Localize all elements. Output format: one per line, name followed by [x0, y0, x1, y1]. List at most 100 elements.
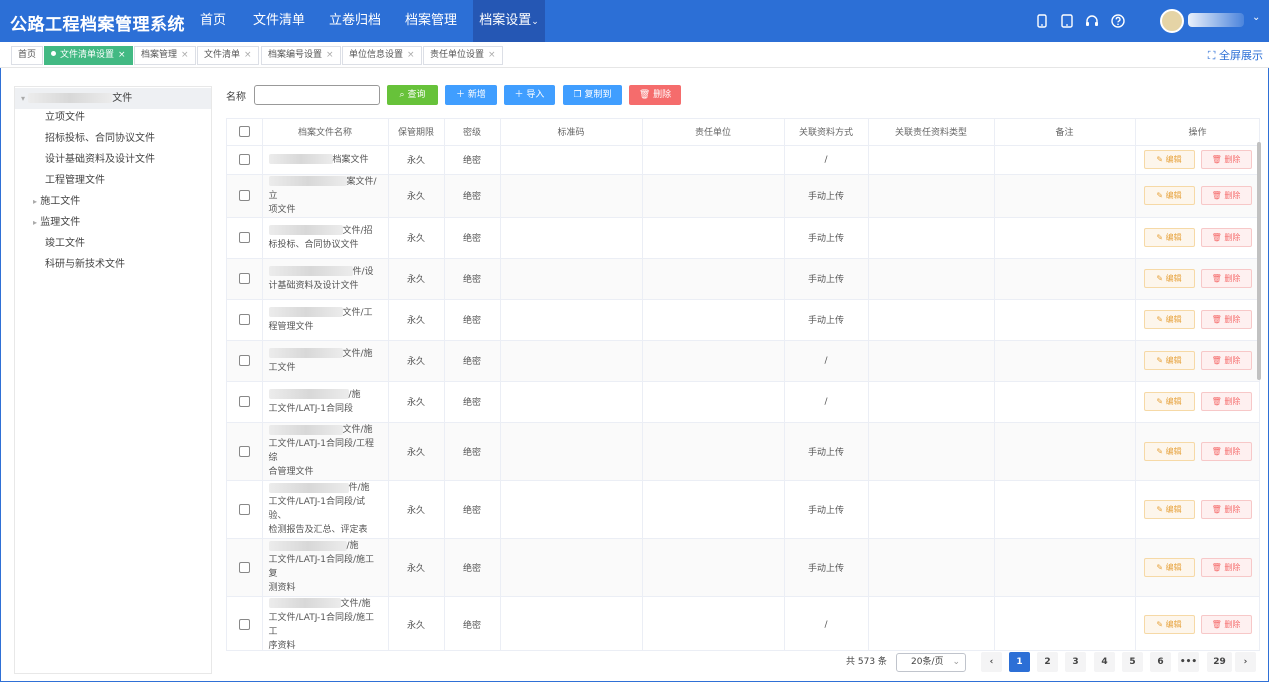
- row-checkbox[interactable]: [238, 396, 250, 407]
- nav-archive-settings[interactable]: 档案设置⌄: [473, 0, 545, 42]
- avatar[interactable]: [1160, 9, 1184, 33]
- page-size-select[interactable]: 20条/页 ⌄: [896, 653, 966, 672]
- row-delete-button[interactable]: 🗑 删除: [1200, 557, 1252, 577]
- caret-down-icon[interactable]: ▾: [21, 94, 25, 103]
- edit-button[interactable]: ✎ 编辑: [1143, 557, 1195, 577]
- row-delete-button[interactable]: 🗑 删除: [1200, 228, 1252, 247]
- caret-right-icon[interactable]: ▸: [33, 218, 37, 227]
- page-button[interactable]: 1: [1009, 652, 1030, 672]
- select-all-checkbox[interactable]: [238, 126, 250, 138]
- row-delete-button[interactable]: 🗑 删除: [1200, 310, 1252, 329]
- tree-root[interactable]: ▾ 文件: [15, 88, 211, 109]
- page-button[interactable]: 29: [1207, 652, 1232, 672]
- phone-icon[interactable]: [1034, 13, 1050, 29]
- close-icon[interactable]: ×: [326, 50, 334, 60]
- row-checkbox[interactable]: [238, 232, 250, 243]
- tree-item-construction-files[interactable]: ▸ 施工文件: [15, 191, 211, 212]
- copy-to-button[interactable]: ❐ 复制到: [563, 85, 622, 105]
- caret-right-icon[interactable]: ▸: [33, 197, 37, 206]
- tab-unit-info-settings[interactable]: 单位信息设置 ×: [342, 46, 422, 65]
- table-scrollbar[interactable]: [1257, 142, 1261, 380]
- prev-page-button[interactable]: ‹: [981, 652, 1002, 672]
- row-checkbox[interactable]: [238, 561, 250, 573]
- table-row[interactable]: 件/设 计基础资料及设计文件 永久 绝密 手动上传 ✎ 编辑 🗑 删除: [227, 258, 1259, 300]
- row-checkbox[interactable]: [238, 273, 250, 284]
- tab-file-list-settings[interactable]: 文件清单设置 ×: [44, 46, 133, 65]
- delete-button[interactable]: 🗑 删除: [629, 85, 681, 105]
- tree-item-supervision-files[interactable]: ▸ 监理文件: [15, 212, 211, 233]
- tab-home[interactable]: 首页: [11, 46, 44, 65]
- edit-button[interactable]: ✎ 编辑: [1143, 228, 1195, 247]
- table-row[interactable]: /施 工文件/LATJ-1合同段/施工复 测资料 永久 绝密 手动上传 ✎ 编辑 🗑 删除: [227, 538, 1259, 597]
- row-delete-button[interactable]: 🗑 删除: [1200, 392, 1252, 411]
- table-row[interactable]: 案文件/立 项文件 永久 绝密 手动上传 ✎ 编辑 🗑 删除: [227, 174, 1259, 218]
- edit-button[interactable]: ✎ 编辑: [1143, 150, 1195, 169]
- import-button[interactable]: ＋ 导入: [504, 85, 555, 105]
- add-button[interactable]: ＋ 新增: [445, 85, 497, 105]
- tree-item-project-files[interactable]: 立项文件: [15, 107, 211, 128]
- page-button[interactable]: 3: [1065, 652, 1086, 672]
- edit-button[interactable]: ✎ 编辑: [1143, 186, 1195, 205]
- row-delete-button[interactable]: 🗑 删除: [1200, 269, 1252, 288]
- tree-item-bidding-files[interactable]: 招标投标、合同协议文件: [15, 128, 211, 149]
- row-checkbox[interactable]: [238, 619, 250, 630]
- table-row[interactable]: 文件/施 工文件/LATJ-1合同段/工程综 合管理文件 永久 绝密 手动上传 ✎ 编辑 🗑 …: [227, 422, 1259, 481]
- edit-button[interactable]: ✎ 编辑: [1143, 310, 1195, 329]
- next-page-button[interactable]: ›: [1235, 652, 1256, 672]
- close-icon[interactable]: ×: [118, 50, 126, 60]
- edit-button[interactable]: ✎ 编辑: [1143, 269, 1195, 288]
- row-delete-button[interactable]: 🗑 删除: [1200, 150, 1252, 169]
- nav-file-list[interactable]: 文件清单: [248, 0, 310, 42]
- nav-archive-management[interactable]: 档案管理: [400, 0, 462, 42]
- tree-item-research-files[interactable]: 科研与新技术文件: [15, 254, 211, 275]
- close-icon[interactable]: ×: [181, 50, 189, 60]
- row-delete-button[interactable]: 🗑 删除: [1200, 615, 1252, 634]
- page-button[interactable]: 4: [1094, 652, 1115, 672]
- tab-archive-management[interactable]: 档案管理 ×: [134, 46, 196, 65]
- page-button[interactable]: 6: [1150, 652, 1171, 672]
- chevron-down-icon[interactable]: ⌄: [1252, 12, 1260, 23]
- tree-item-engineering-management[interactable]: 工程管理文件: [15, 170, 211, 191]
- tab-file-list[interactable]: 文件清单 ×: [197, 46, 259, 65]
- tree-item-design-files[interactable]: 设计基础资料及设计文件: [15, 149, 211, 170]
- close-icon[interactable]: ×: [407, 50, 415, 60]
- help-icon[interactable]: [1110, 13, 1126, 29]
- row-delete-button[interactable]: 🗑 删除: [1200, 186, 1252, 205]
- headset-icon[interactable]: [1084, 13, 1100, 29]
- edit-button[interactable]: ✎ 编辑: [1143, 615, 1195, 634]
- edit-button[interactable]: ✎ 编辑: [1143, 441, 1195, 461]
- page-button[interactable]: •••: [1178, 652, 1199, 672]
- row-checkbox[interactable]: [238, 190, 250, 201]
- nav-home[interactable]: 首页: [190, 0, 236, 42]
- row-checkbox[interactable]: [238, 154, 250, 165]
- edit-button[interactable]: ✎ 编辑: [1143, 392, 1195, 411]
- table-row[interactable]: 文件/招 标投标、合同协议文件 永久 绝密 手动上传 ✎ 编辑 🗑 删除: [227, 217, 1259, 259]
- close-icon[interactable]: ×: [244, 50, 252, 60]
- nav-archiving[interactable]: 立卷归档: [324, 0, 386, 42]
- page-button[interactable]: 2: [1037, 652, 1058, 672]
- tree-item-completion-files[interactable]: 竣工文件: [15, 233, 211, 254]
- row-delete-button[interactable]: 🗑 删除: [1200, 441, 1252, 461]
- close-icon[interactable]: ×: [488, 50, 496, 60]
- table-row[interactable]: /施 工文件/LATJ-1合同段 永久 绝密 / ✎ 编辑 🗑 删除: [227, 381, 1259, 423]
- page-button[interactable]: 5: [1122, 652, 1143, 672]
- edit-button[interactable]: ✎ 编辑: [1143, 351, 1195, 370]
- row-checkbox[interactable]: [238, 355, 250, 366]
- tab-archive-number-settings[interactable]: 档案编号设置 ×: [261, 46, 341, 65]
- tablet-icon[interactable]: [1059, 13, 1075, 29]
- query-button[interactable]: ⌕ 查询: [387, 85, 438, 105]
- row-checkbox[interactable]: [238, 445, 250, 457]
- table-row[interactable]: 文件/施 工文件/LATJ-1合同段/施工工 序资料 永久 绝密 / ✎ 编辑 🗑 删除: [227, 596, 1259, 650]
- table-row[interactable]: 件/施 工文件/LATJ-1合同段/试验、 检测报告及汇总、评定表 永久 绝密 手动上传 ✎…: [227, 480, 1259, 539]
- table-row[interactable]: 档案文件 永久 绝密 / ✎ 编辑 🗑 删除: [227, 145, 1259, 175]
- row-delete-button[interactable]: 🗑 删除: [1200, 351, 1252, 370]
- tab-responsible-unit-settings[interactable]: 责任单位设置 ×: [423, 46, 503, 65]
- edit-button[interactable]: ✎ 编辑: [1143, 499, 1195, 519]
- row-checkbox[interactable]: [238, 314, 250, 325]
- row-checkbox[interactable]: [238, 503, 250, 515]
- table-row[interactable]: 文件/施 工文件 永久 绝密 / ✎ 编辑 🗑 删除: [227, 340, 1259, 382]
- name-search-input[interactable]: [254, 85, 380, 105]
- fullscreen-button[interactable]: ⛶ 全屏展示: [1208, 47, 1263, 63]
- row-delete-button[interactable]: 🗑 删除: [1200, 499, 1252, 519]
- table-row[interactable]: 文件/工 程管理文件 永久 绝密 手动上传 ✎ 编辑 🗑 删除: [227, 299, 1259, 341]
